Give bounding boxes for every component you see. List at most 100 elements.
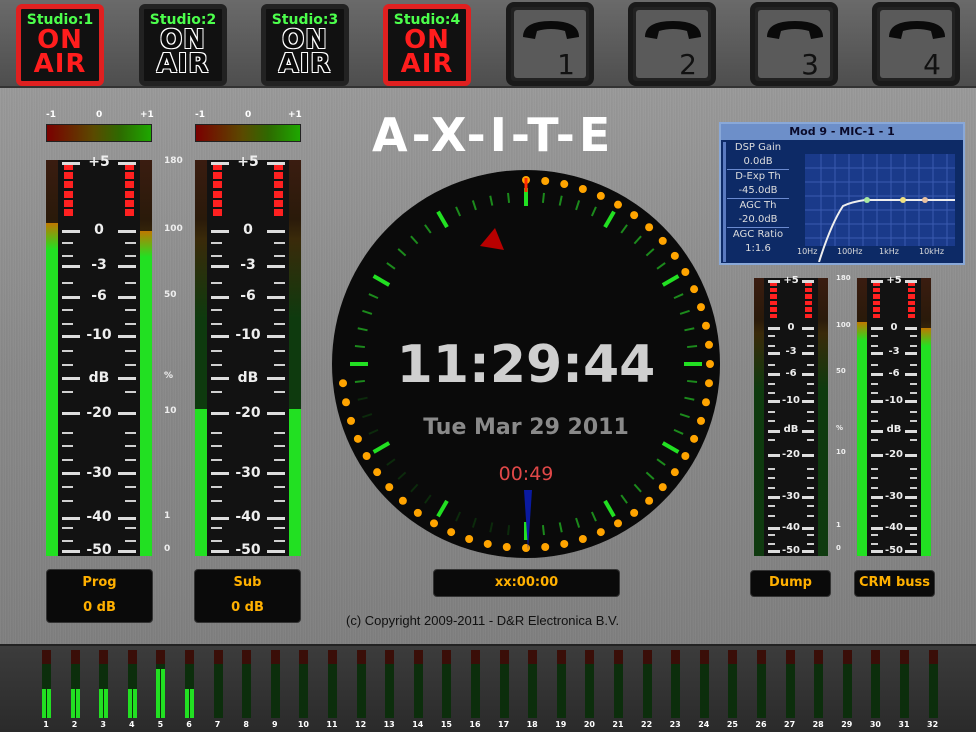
phase-label-plus: +1	[140, 110, 154, 120]
peak-segment	[770, 307, 777, 312]
scale-tick-minor	[274, 350, 285, 353]
peak-segment	[274, 199, 283, 207]
scale-tick-minor	[768, 420, 776, 423]
channel-number: 13	[383, 720, 395, 729]
dsp-node[interactable]	[864, 197, 870, 203]
scale-tick	[871, 327, 883, 331]
scale-tick	[211, 377, 229, 381]
channel-meter	[442, 650, 452, 718]
dsp-node[interactable]	[900, 197, 906, 203]
scale-tick-minor	[909, 477, 917, 480]
scale-tick-minor	[909, 382, 917, 385]
air-word: AIR	[156, 49, 210, 79]
channel-number: 8	[243, 720, 249, 729]
channel-meter	[70, 650, 80, 718]
channel-meter	[785, 650, 795, 718]
channel-number: 5	[157, 720, 164, 729]
scale-tick-minor	[806, 363, 814, 366]
scale-tick-minor	[909, 486, 917, 489]
scale-tick-minor	[62, 323, 73, 326]
scale-tick-minor	[211, 445, 222, 448]
second-dot	[596, 528, 605, 537]
scale-tick-minor	[768, 363, 776, 366]
scale-tick-minor	[768, 533, 776, 536]
peak-segment	[274, 208, 283, 216]
meter-background	[754, 278, 828, 556]
scale-tick-minor	[211, 431, 222, 434]
peak-segment	[805, 294, 812, 299]
phone-line-2-button[interactable]: 2	[628, 2, 716, 86]
second-dot	[398, 496, 407, 505]
scale-tick	[905, 373, 917, 377]
second-dot	[347, 416, 356, 425]
channel-number: 15	[440, 720, 452, 729]
percent-label: 100	[164, 223, 183, 234]
second-dot	[596, 191, 605, 200]
second-dot	[658, 483, 667, 492]
scale-tick-minor	[274, 485, 285, 488]
scale-tick-minor	[62, 255, 73, 258]
scale-tick	[768, 550, 780, 553]
second-dot	[696, 416, 705, 425]
scale-tick	[768, 373, 780, 377]
percent-label: 100	[836, 321, 851, 330]
studio-4-onair-button[interactable]: Studio:4 ON AIR	[383, 4, 471, 86]
scale-tick	[211, 334, 229, 338]
channel-number: 11	[326, 720, 338, 729]
agc-th-value: -20.0dB	[738, 214, 778, 225]
scale-tick-minor	[125, 445, 136, 448]
second-dot	[681, 452, 690, 460]
phone-line-4-button[interactable]: 4	[872, 2, 960, 86]
phase-label-minus: -1	[195, 110, 205, 120]
studio-1-onair-button[interactable]: Studio:1 ON AIR	[16, 4, 104, 86]
scale-tick-minor	[871, 363, 879, 366]
channel-meter	[471, 650, 480, 718]
clock-tick	[541, 192, 545, 203]
scale-tick-minor	[62, 499, 73, 502]
scale-tick-minor	[125, 309, 136, 312]
channel-meter	[842, 650, 852, 718]
peak-segment	[873, 294, 880, 299]
peak-segment	[274, 190, 283, 198]
scale-tick	[267, 377, 285, 381]
channel-meter	[699, 650, 709, 718]
dump-name: Dump	[769, 575, 812, 590]
second-dot	[696, 303, 705, 312]
studio-3-onair-button[interactable]: Studio:3 ON AIR	[261, 4, 349, 86]
scale-tick-minor	[274, 499, 285, 502]
channel-number: 19	[555, 720, 567, 729]
second-dot	[362, 452, 371, 460]
scale-tick-minor	[768, 382, 776, 385]
scale-tick	[871, 429, 883, 433]
scale-tick	[871, 351, 883, 355]
scale-tick-minor	[125, 431, 136, 434]
scale-tick-minor	[125, 499, 136, 502]
second-dot	[353, 434, 362, 443]
phone-line-1-button[interactable]: 1	[506, 2, 594, 86]
scale-tick-minor	[125, 282, 136, 285]
scale-tick-minor	[62, 282, 73, 285]
peak-segment	[805, 300, 812, 305]
studio-2-onair-button[interactable]: Studio:2 ON AIR	[139, 4, 227, 86]
dsp-node[interactable]	[922, 197, 928, 203]
scale-tick	[768, 280, 780, 283]
agc-ratio-label: AGC Ratio	[732, 229, 784, 240]
dsp-module-panel[interactable]: Mod 9 - MIC-1 - 1 DSP Gain 0.0dB D-Exp T…	[719, 122, 965, 265]
phone-line-3-button[interactable]: 3	[750, 2, 838, 86]
scale-tick	[118, 377, 136, 381]
scale-tick	[768, 496, 780, 499]
scale-tick	[768, 429, 780, 433]
scale-tick-minor	[125, 255, 136, 258]
second-dot	[681, 268, 690, 276]
scale-tick-minor	[768, 514, 776, 517]
scale-tick	[871, 454, 883, 458]
scale-tick-minor	[871, 344, 879, 347]
dsp-gain-value: 0.0dB	[743, 156, 773, 167]
scale-tick	[118, 295, 136, 299]
clock-tick	[541, 525, 545, 536]
scale-tick-minor	[274, 390, 285, 393]
peak-segment	[908, 294, 915, 299]
phone-number: 4	[923, 48, 941, 81]
scale-tick-minor	[768, 467, 776, 470]
scale-tick-minor	[62, 350, 73, 353]
